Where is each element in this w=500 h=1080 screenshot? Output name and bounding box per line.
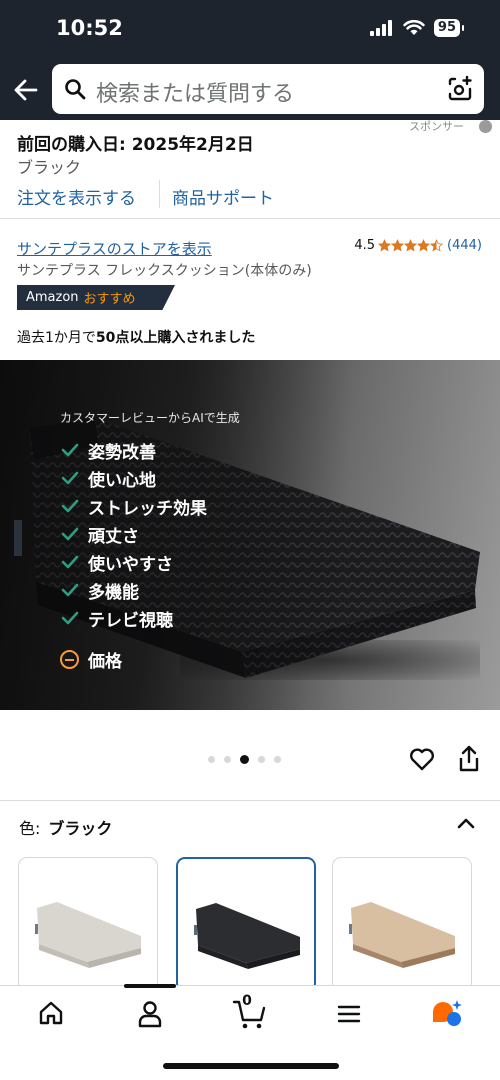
badge-brand: Amazon: [26, 290, 79, 305]
cart-button[interactable]: 0: [232, 993, 268, 1030]
signal-icon: [369, 20, 392, 36]
color-swatch-white[interactable]: [18, 857, 158, 992]
link-divider: [159, 180, 160, 208]
review-positive-item: 多機能: [60, 576, 207, 604]
heart-icon[interactable]: [408, 746, 436, 772]
search-icon: [65, 79, 86, 100]
battery-indicator: 95: [433, 19, 465, 37]
color-label: 色:: [19, 819, 41, 838]
status-bar: 10:52 95: [0, 0, 500, 60]
product-image-carousel[interactable]: カスタマーレビューからAIで生成 姿勢改善使い心地ストレッチ効果 頑丈さ使いやすさ…: [0, 360, 500, 710]
rating-summary[interactable]: 4.5 (444): [354, 238, 482, 253]
account-icon[interactable]: [137, 1000, 163, 1028]
check-icon: [61, 583, 79, 597]
star-icon: [378, 239, 392, 252]
carousel-dot[interactable]: [258, 756, 265, 763]
review-positive-label: 使いやすさ: [88, 554, 173, 575]
review-negative-label: 価格: [88, 652, 122, 672]
review-positive-item: 姿勢改善: [60, 436, 207, 464]
black-wedge-thumbnail: [194, 903, 300, 969]
share-icon[interactable]: [457, 744, 481, 774]
star-icon: [404, 239, 418, 252]
review-positive-item: テレビ視聴: [60, 604, 207, 632]
camera-lens-icon[interactable]: [446, 75, 474, 103]
rating-stars: [378, 239, 444, 252]
rating-count[interactable]: (444): [447, 238, 482, 253]
view-order-link[interactable]: 注文を表示する: [17, 184, 136, 209]
purchased-variant: ブラック: [17, 158, 82, 177]
check-icon: [61, 471, 79, 485]
carousel-dot[interactable]: [274, 756, 281, 763]
review-positives-list: 姿勢改善使い心地ストレッチ効果 頑丈さ使いやすさ多機能テレビ視聴: [60, 436, 207, 632]
color-swatch-beige[interactable]: [332, 857, 472, 992]
review-positive-label: テレビ視聴: [88, 610, 173, 631]
chevron-up-icon[interactable]: [456, 816, 476, 830]
review-positive-item: ストレッチ効果: [60, 492, 207, 520]
color-swatch-black[interactable]: [176, 857, 316, 992]
home-icon[interactable]: [38, 1000, 64, 1026]
check-icon: [61, 555, 79, 569]
review-negative-item: 価格: [60, 647, 122, 672]
star-icon: [430, 239, 444, 252]
sponsor-label: スポンサー: [409, 120, 464, 133]
minus-circle-icon: [60, 650, 79, 669]
review-positive-label: 使い心地: [88, 470, 156, 491]
previous-purchase-section: スポンサー 前回の購入日: 2025年2月2日 ブラック 注文を表示する 商品サ…: [0, 120, 500, 219]
review-positive-item: 頑丈さ: [60, 520, 207, 548]
star-icon: [391, 239, 405, 252]
rating-value: 4.5: [354, 238, 376, 253]
purchase-count-line: 過去1か月で50点以上購入されました: [17, 327, 255, 347]
beige-wedge-thumbnail: [349, 902, 455, 968]
back-arrow-icon[interactable]: [12, 76, 40, 104]
white-wedge-thumbnail: [35, 902, 141, 968]
color-selector-header[interactable]: 色: ブラック: [19, 815, 112, 839]
selected-color-value: ブラック: [48, 819, 113, 838]
home-indicator: [163, 1063, 339, 1069]
nav-active-indicator: [124, 984, 176, 988]
review-positive-item: 使いやすさ: [60, 548, 207, 576]
review-positive-label: 頑丈さ: [88, 526, 139, 547]
status-icons: 95: [369, 19, 465, 37]
badge-label: おすすめ: [83, 292, 136, 307]
amazon-recommended-badge: Amazon おすすめ: [17, 285, 175, 310]
menu-icon[interactable]: [337, 1004, 361, 1024]
carousel-dot[interactable]: [240, 755, 249, 764]
search-placeholder: 検索または質問する: [96, 82, 295, 107]
info-icon[interactable]: [479, 120, 492, 133]
bought-prefix: 過去1か月で: [17, 330, 96, 346]
section-divider: [0, 800, 500, 801]
wifi-icon: [403, 20, 425, 35]
status-time: 10:52: [56, 16, 123, 40]
bought-count: 50点以上購入されました: [95, 330, 256, 346]
rufus-assistant-icon[interactable]: [430, 998, 464, 1028]
search-header: 検索または質問する: [0, 60, 500, 120]
check-icon: [61, 527, 79, 541]
carousel-dot[interactable]: [224, 756, 231, 763]
check-icon: [61, 443, 79, 457]
last-purchase-date: 前回の購入日: 2025年2月2日: [17, 135, 254, 155]
ai-review-caption: カスタマーレビューからAIで生成: [60, 411, 240, 425]
star-icon: [417, 239, 431, 252]
check-icon: [61, 499, 79, 513]
review-positive-label: 姿勢改善: [88, 442, 156, 463]
product-support-link[interactable]: 商品サポート: [172, 184, 274, 209]
carousel-dot[interactable]: [208, 756, 215, 763]
store-link[interactable]: サンテプラスのストアを表示: [17, 238, 212, 259]
search-input[interactable]: 検索または質問する: [52, 64, 484, 114]
cart-count: 0: [242, 993, 252, 1009]
check-icon: [61, 611, 79, 625]
review-positive-label: 多機能: [88, 582, 139, 603]
product-title: サンテプラス フレックスクッション(本体のみ): [17, 263, 312, 279]
carousel-dots: [208, 755, 281, 764]
review-positive-item: 使い心地: [60, 464, 207, 492]
review-positive-label: ストレッチ効果: [88, 498, 207, 519]
